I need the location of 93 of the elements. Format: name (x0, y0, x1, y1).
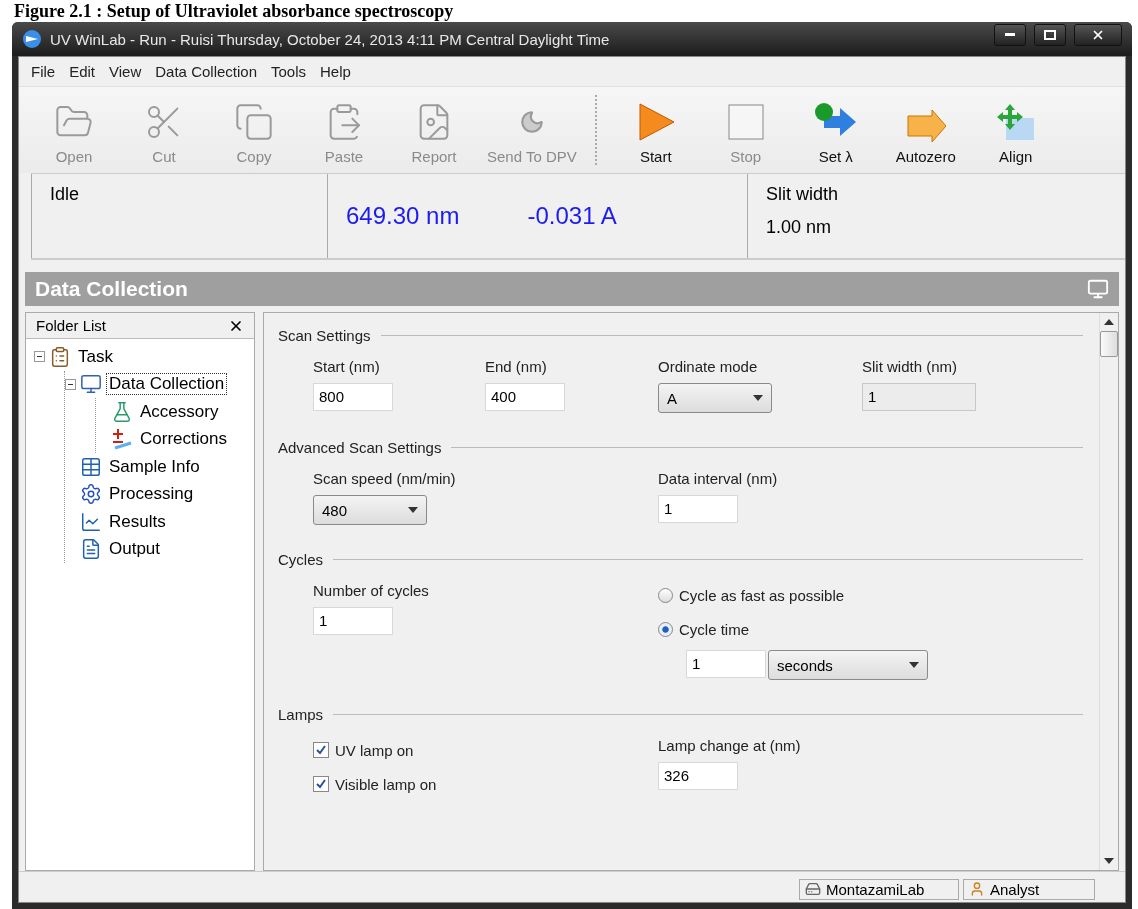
computer-icon (805, 881, 821, 897)
input-field: 1 (862, 383, 976, 411)
menu-item[interactable]: Data Collection (155, 63, 257, 80)
status-bar-item: Analyst (963, 878, 1095, 900)
option-label: UV lamp on (335, 741, 414, 759)
clipboard-icon (49, 345, 71, 368)
chart-icon (80, 510, 102, 533)
gear-icon (80, 483, 102, 506)
stop-icon (725, 102, 766, 142)
input-field[interactable]: 1 (686, 650, 766, 678)
scrollbar[interactable] (1099, 313, 1118, 870)
field-label: Data interval (nm) (658, 470, 778, 487)
status-text: Idle (50, 184, 81, 205)
figure-caption: Figure 2.1 : Setup of Ultraviolet absorbance spectroscopy (13, 0, 455, 22)
check-icon (316, 779, 326, 789)
panel-title: Folder List (36, 317, 107, 334)
check-icon (316, 745, 326, 755)
scroll-down-icon[interactable] (1104, 858, 1114, 864)
slit-label: Slit width (766, 184, 840, 205)
field-label: Start (nm) (313, 358, 380, 375)
dropdown[interactable]: 480 (313, 495, 427, 525)
field-label: Lamp change at (nm) (658, 737, 801, 754)
option-label: Cycle time (679, 620, 749, 638)
menu-item[interactable]: Tools (271, 63, 307, 80)
tree-item[interactable]: Processing (106, 483, 197, 506)
maximize-button[interactable] (1034, 24, 1066, 46)
section-title: Cycles (278, 551, 323, 568)
tree-item[interactable]: Output (106, 538, 164, 561)
minimize-button[interactable] (994, 24, 1026, 46)
crescent-icon (518, 109, 545, 135)
status-bar-item: MontazamiLab (799, 878, 959, 900)
field-label: Slit width (nm) (862, 358, 958, 375)
panel-title: Data Collection (35, 277, 188, 301)
input-field[interactable]: 1 (313, 607, 393, 635)
toolbar-button[interactable]: Start (610, 102, 701, 165)
user-icon (969, 881, 985, 897)
monitor-icon (80, 373, 102, 396)
window-title: UV WinLab - Run - Ruisi Thursday, October 24, 2013 4:11 PM Central Daylight Time (50, 30, 611, 48)
menu-item[interactable]: View (109, 63, 142, 80)
section-title: Advanced Scan Settings (278, 439, 442, 456)
dropdown[interactable]: A (658, 383, 772, 413)
tree-item[interactable]: Sample Info (106, 455, 203, 478)
tree-item[interactable]: Data Collection (106, 373, 228, 396)
radio-button[interactable] (658, 621, 673, 637)
scroll-up-icon[interactable] (1104, 319, 1114, 325)
scroll-thumb[interactable] (1100, 331, 1118, 357)
input-field[interactable]: 1 (658, 495, 738, 523)
tree-item[interactable]: Task (75, 345, 116, 368)
toolbar-button[interactable]: Align (970, 102, 1061, 165)
collapse-icon[interactable] (34, 351, 45, 363)
dropdown-arrow-icon[interactable] (408, 507, 418, 513)
input-field[interactable]: 326 (658, 762, 738, 790)
field-label: Ordinate mode (658, 358, 758, 375)
tree-item[interactable]: Corrections (137, 428, 230, 451)
table-icon (80, 455, 102, 478)
absorbance-reading: -0.031 A (527, 202, 617, 230)
tree-item[interactable]: Results (106, 510, 169, 533)
menu-item[interactable]: Help (320, 63, 351, 80)
slit-value: 1.00 nm (766, 217, 833, 238)
maximize-icon (1044, 30, 1056, 40)
toolbar-button[interactable]: Autozero (880, 110, 971, 165)
move-icon (995, 102, 1036, 142)
option-label: Cycle as fast as possible (679, 586, 845, 604)
field-label: Scan speed (nm/min) (313, 470, 456, 487)
plus-minus-icon (111, 428, 133, 451)
minimize-icon (1005, 33, 1015, 37)
close-icon (1091, 28, 1105, 42)
menu-item[interactable]: Edit (69, 63, 96, 80)
section-title: Lamps (278, 706, 324, 723)
section-title: Scan Settings (278, 327, 371, 344)
copy-icon (234, 102, 274, 142)
close-button[interactable] (1074, 24, 1122, 46)
menu-item[interactable]: File (31, 63, 56, 80)
tree-item[interactable]: Accessory (137, 400, 222, 423)
document-icon (80, 538, 102, 561)
checkbox[interactable] (313, 776, 329, 792)
input-field[interactable]: 800 (313, 383, 393, 411)
checkbox[interactable] (313, 742, 329, 758)
dropdown-arrow-icon[interactable] (753, 395, 763, 401)
app-logo-icon (22, 29, 42, 49)
option-label: Visible lamp on (335, 775, 437, 793)
dropdown[interactable]: seconds (768, 650, 928, 680)
toolbar-button[interactable]: Set λ (790, 102, 881, 165)
arrow-icon (905, 110, 946, 142)
flask-icon (111, 400, 133, 423)
field-label: End (nm) (485, 358, 547, 375)
dropdown-arrow-icon[interactable] (909, 662, 919, 668)
field-label: Number of cycles (313, 582, 429, 599)
input-field[interactable]: 400 (485, 383, 565, 411)
collapse-icon[interactable] (65, 378, 76, 390)
wavelength-reading: 649.30 nm (346, 202, 460, 230)
radio-button[interactable] (658, 587, 673, 603)
monitor-icon[interactable] (1087, 278, 1109, 300)
